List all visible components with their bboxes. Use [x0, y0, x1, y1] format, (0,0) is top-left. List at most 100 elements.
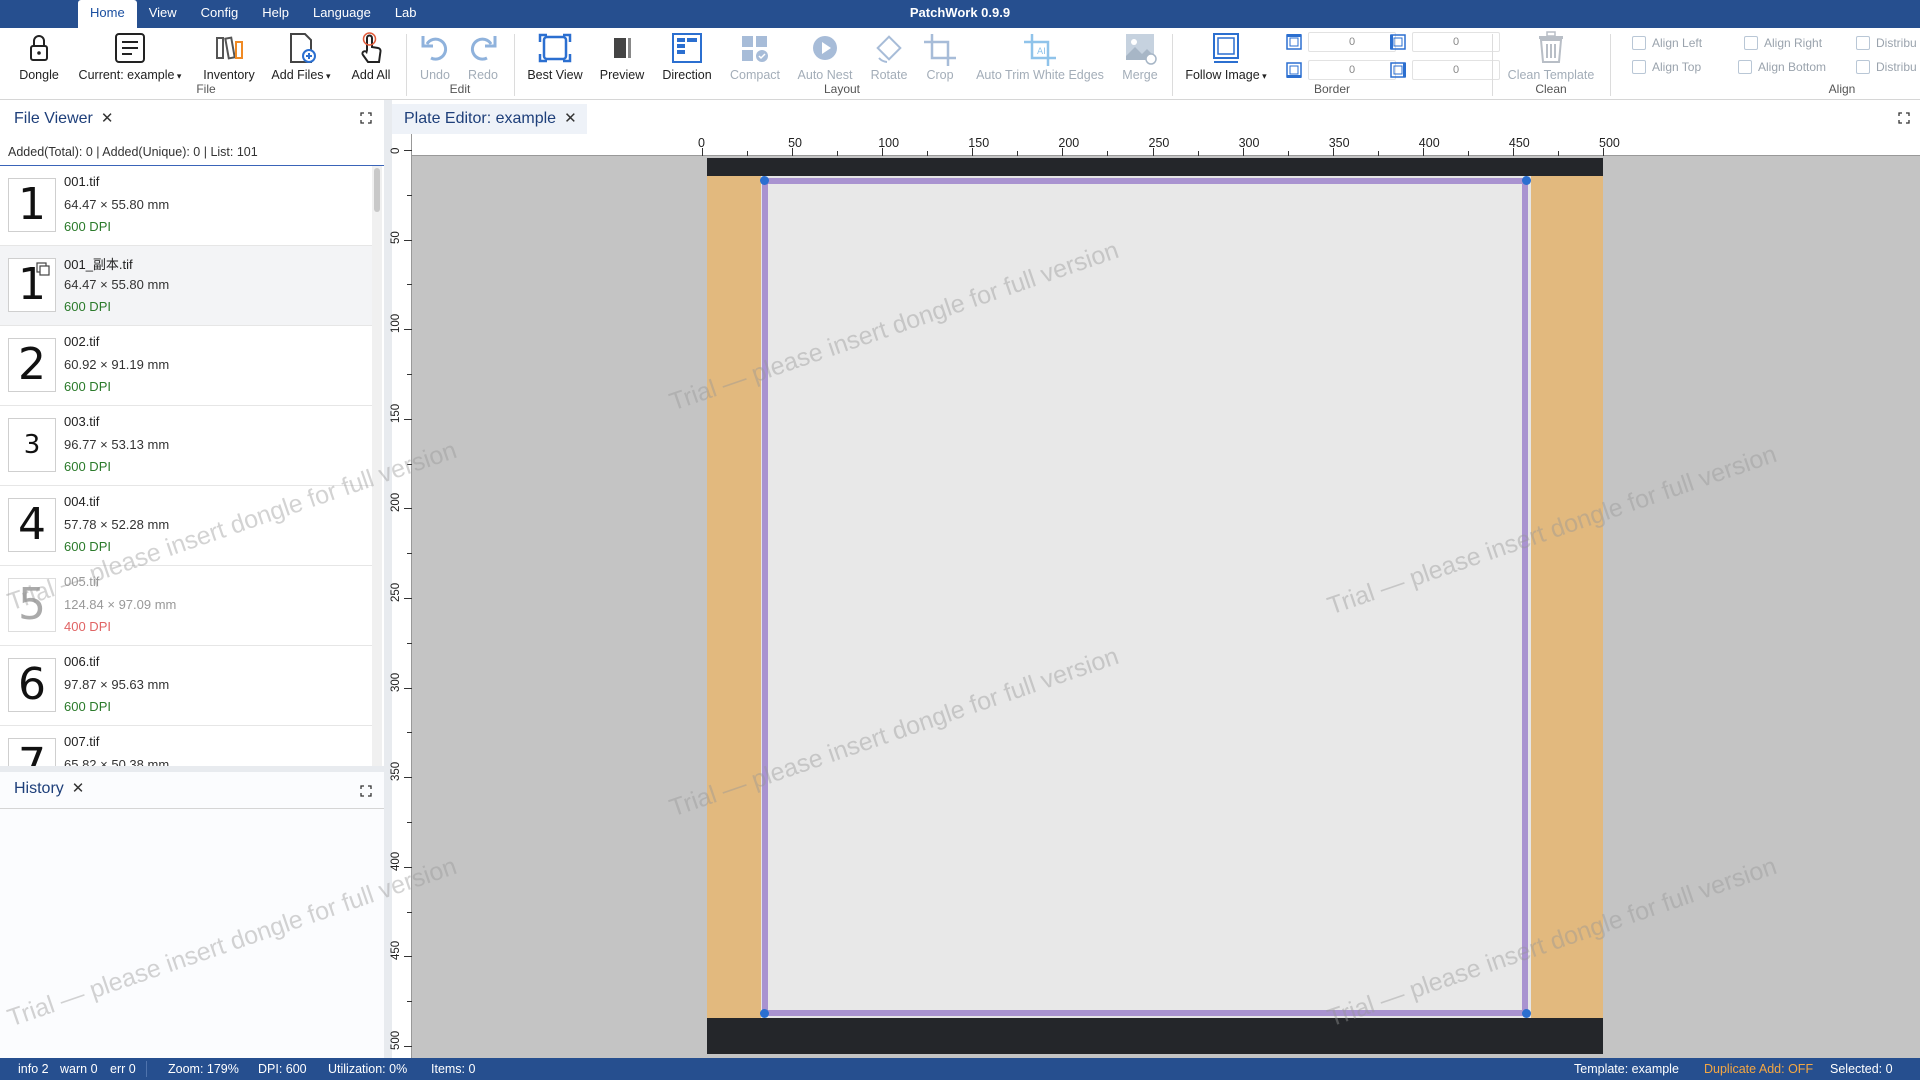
- border-bottom-input[interactable]: 0: [1308, 60, 1396, 80]
- follow-image-dropdown[interactable]: Follow Image ▾: [1182, 30, 1270, 82]
- list-item[interactable]: 1 001.tif 64.47 × 55.80 mm 600 DPI: [0, 166, 372, 246]
- ruler-left-label: 200: [390, 493, 402, 513]
- file-size: 65.82 × 50.38 mm: [64, 757, 170, 766]
- list-item[interactable]: 3 003.tif 96.77 × 53.13 mm 600 DPI: [0, 406, 372, 486]
- ruler-tick: [404, 329, 412, 331]
- dongle-label: Dongle: [19, 68, 59, 82]
- merge-button[interactable]: Merge: [1116, 30, 1164, 82]
- menu-language[interactable]: Language: [301, 0, 383, 28]
- status-err[interactable]: err 0: [110, 1058, 136, 1080]
- redo-label: Redo: [468, 68, 498, 82]
- plate-printable-area[interactable]: [762, 178, 1528, 1016]
- align-right-button[interactable]: Align Right: [1744, 36, 1822, 50]
- distribute-horizontal-icon: [1856, 36, 1870, 50]
- app-window: PatchWork 0.9.9 Home View Config Help La…: [0, 0, 1920, 1080]
- maximize-icon[interactable]: [360, 784, 372, 802]
- ribbon-separator: [1610, 34, 1611, 96]
- border-right-input[interactable]: 0: [1412, 60, 1500, 80]
- play-icon: [805, 30, 845, 68]
- align-bottom-button[interactable]: Align Bottom: [1738, 60, 1826, 74]
- status-warn[interactable]: warn 0: [60, 1058, 98, 1080]
- merge-image-icon: [1120, 30, 1160, 68]
- border-left-icon: [1390, 34, 1406, 50]
- list-item[interactable]: 6 006.tif 97.87 × 95.63 mm 600 DPI: [0, 646, 372, 726]
- corner-handle-bottom-right[interactable]: [1522, 1009, 1531, 1018]
- maximize-icon[interactable]: [360, 111, 372, 129]
- tab-file-viewer[interactable]: File Viewer ✕: [0, 104, 113, 134]
- scrollbar-thumb[interactable]: [374, 168, 380, 212]
- ruler-tick: [404, 777, 412, 779]
- ruler-top-label: 50: [788, 136, 802, 150]
- redo-button[interactable]: Redo: [460, 30, 506, 82]
- rotate-label: Rotate: [870, 68, 908, 82]
- menu-view[interactable]: View: [137, 0, 189, 28]
- clean-template-button[interactable]: Clean Template: [1500, 30, 1602, 82]
- align-top-button[interactable]: Align Top: [1632, 60, 1701, 74]
- distribute-vertical-icon: [1856, 60, 1870, 74]
- best-view-button[interactable]: Best View: [520, 30, 590, 82]
- tab-plate-editor[interactable]: Plate Editor: example ✕: [392, 104, 587, 134]
- menu-help[interactable]: Help: [250, 0, 301, 28]
- group-layout-label: Layout: [823, 82, 861, 96]
- corner-handle-bottom-left[interactable]: [760, 1009, 769, 1018]
- group-edit-label: Edit: [449, 82, 471, 96]
- distribute-horizontal-button[interactable]: Distribu: [1856, 36, 1917, 50]
- group-align-label: Align: [1828, 82, 1856, 96]
- ruler-tick: [407, 1001, 412, 1003]
- undo-button[interactable]: Undo: [412, 30, 458, 82]
- crop-button[interactable]: Crop: [918, 30, 962, 82]
- tab-history[interactable]: History ✕: [0, 774, 84, 804]
- preview-button[interactable]: Preview: [596, 30, 648, 82]
- file-list-scrollbar[interactable]: [372, 166, 382, 766]
- menu-home[interactable]: Home: [78, 0, 137, 28]
- close-icon[interactable]: ✕: [72, 780, 85, 797]
- file-list[interactable]: 1 001.tif 64.47 × 55.80 mm 600 DPI 1 001…: [0, 166, 372, 766]
- ruler-tick: [1287, 151, 1289, 156]
- auto-nest-button[interactable]: Auto Nest: [792, 30, 858, 82]
- list-item[interactable]: 1 001_副本.tif 64.47 × 55.80 mm 600 DPI: [0, 246, 372, 326]
- menu-lab[interactable]: Lab: [383, 0, 429, 28]
- direction-button[interactable]: Direction: [656, 30, 718, 82]
- add-all-button[interactable]: Add All: [346, 30, 396, 82]
- compact-button[interactable]: Compact: [726, 30, 784, 82]
- distribute-vertical-button[interactable]: Distribu: [1856, 60, 1917, 74]
- list-item[interactable]: 7 007.tif 65.82 × 50.38 mm: [0, 726, 372, 766]
- file-thumbnail: 2: [8, 338, 56, 392]
- close-icon[interactable]: ✕: [101, 110, 114, 127]
- border-right-icon: [1390, 62, 1406, 78]
- list-item[interactable]: 2 002.tif 60.92 × 91.19 mm 600 DPI: [0, 326, 372, 406]
- inventory-button[interactable]: Inventory: [198, 30, 260, 82]
- ruler-tick: [702, 148, 703, 156]
- dongle-button[interactable]: Dongle: [14, 30, 64, 82]
- ruler-tick: [404, 687, 412, 689]
- plate-top-margin: [707, 158, 1603, 176]
- ruler-tick: [1107, 151, 1109, 156]
- hand-pointer-icon: [351, 30, 391, 68]
- file-size: 57.78 × 52.28 mm: [64, 517, 170, 532]
- corner-handle-top-left[interactable]: [760, 176, 769, 185]
- close-icon[interactable]: ✕: [564, 110, 577, 127]
- border-left-input[interactable]: 0: [1412, 32, 1500, 52]
- status-duplicate-add[interactable]: Duplicate Add: OFF: [1704, 1058, 1813, 1080]
- align-right-icon: [1744, 36, 1758, 50]
- rotate-button[interactable]: Rotate: [864, 30, 914, 82]
- current-template-dropdown[interactable]: Current: example ▾: [74, 30, 186, 82]
- align-left-button[interactable]: Align Left: [1632, 36, 1702, 50]
- maximize-icon[interactable]: [1898, 111, 1910, 129]
- group-border-label: Border: [1313, 82, 1351, 96]
- auto-trim-icon: AI: [1020, 30, 1060, 68]
- ruler-tick: [407, 463, 412, 465]
- ruler-tick: [1062, 148, 1064, 156]
- status-info[interactable]: info 2: [18, 1058, 49, 1080]
- add-files-label: Add Files: [271, 68, 324, 82]
- ruler-tick: [407, 553, 412, 555]
- border-top-input[interactable]: 0: [1308, 32, 1396, 52]
- list-item[interactable]: 4 004.tif 57.78 × 52.28 mm 600 DPI: [0, 486, 372, 566]
- add-files-dropdown[interactable]: Add Files ▾: [268, 30, 334, 82]
- ruler-tick: [1557, 151, 1559, 156]
- auto-trim-button[interactable]: AI Auto Trim White Edges: [970, 30, 1110, 82]
- menu-config[interactable]: Config: [189, 0, 251, 28]
- ruler-tick: [1467, 151, 1469, 156]
- list-item[interactable]: 5 005.tif 124.84 × 97.09 mm 400 DPI: [0, 566, 372, 646]
- corner-handle-top-right[interactable]: [1522, 176, 1531, 185]
